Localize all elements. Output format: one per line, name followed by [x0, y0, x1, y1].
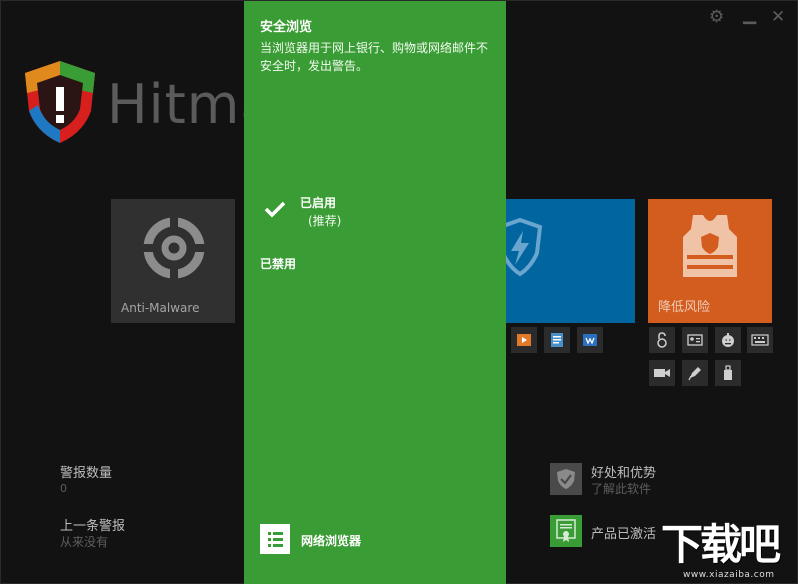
browser-window-icon [583, 334, 597, 346]
benefits-subtitle[interactable]: 了解此软件 [591, 480, 651, 497]
anti-malware-label: Anti-Malware [121, 301, 200, 315]
vest-icon [683, 215, 737, 277]
benefits-title[interactable]: 好处和优势 [591, 462, 656, 481]
benefits-shield-icon[interactable] [550, 463, 582, 495]
reduce-risk-label: 降低风险 [658, 300, 711, 315]
document-tool-tile[interactable] [544, 327, 570, 353]
last-alert-title: 上一条警报 [60, 519, 126, 534]
web-browser-list-icon[interactable] [260, 524, 290, 554]
activated-title[interactable]: 产品已激活 [591, 523, 656, 542]
activation-certificate-tile[interactable] [550, 515, 582, 547]
web-browser-button[interactable]: 网络浏览器 [301, 532, 361, 549]
watermark-url: www.xiazaiba.com [683, 570, 775, 580]
unlock-tool-tile[interactable] [649, 327, 675, 353]
keyboard-tool-tile[interactable] [747, 327, 773, 353]
last-alert-value: 从来没有 [60, 535, 109, 549]
watermark-logo: 下载吧 [661, 520, 781, 569]
alert-count-title: 警报数量 [60, 466, 113, 481]
pen-icon [688, 367, 701, 381]
panel-description: 当浏览器用于网上银行、购物或网络邮件不安全时，发出警告。 [260, 41, 489, 73]
safe-browsing-panel: 安全浏览 当浏览器用于网上银行、购物或网络邮件不安全时，发出警告。 已启用 (推… [244, 1, 506, 584]
usb-tool-tile[interactable] [715, 360, 741, 386]
option-enabled[interactable]: 已启用 [300, 194, 336, 211]
document-icon [551, 333, 563, 347]
checkmark-icon [264, 201, 286, 218]
keyboard-icon [751, 334, 769, 346]
media-tool-tile[interactable] [511, 327, 537, 353]
option-disabled[interactable]: 已禁用 [260, 255, 296, 272]
pumpkin-tool-tile[interactable] [715, 327, 741, 353]
video-play-icon [517, 334, 531, 346]
hitman-shield-logo-icon [25, 61, 95, 143]
check-shield-icon [557, 469, 575, 489]
minimize-button[interactable]: ▁ [743, 5, 756, 25]
app-window: ⚙ ▁ ✕ Hitma Anti-Malware 降低风险 警报数量 0 上一条… [0, 0, 798, 584]
camera-icon [654, 369, 670, 377]
id-card-icon [687, 334, 703, 346]
alert-count-value: 0 [60, 482, 67, 495]
web-protection-tile[interactable] [491, 199, 635, 323]
usb-drive-icon [724, 365, 732, 380]
panel-title: 安全浏览 [260, 20, 313, 35]
id-card-tool-tile[interactable] [682, 327, 708, 353]
close-button[interactable]: ✕ [771, 7, 785, 27]
certificate-icon [556, 519, 576, 542]
settings-gear-icon[interactable]: ⚙ [709, 7, 724, 27]
browser-tool-tile[interactable] [577, 327, 603, 353]
unlock-icon [657, 332, 667, 348]
anti-malware-tile[interactable]: Anti-Malware [111, 199, 235, 323]
option-enabled-note[interactable]: (推荐) [308, 212, 341, 229]
crosshair-icon [143, 217, 205, 279]
reduce-risk-tile[interactable]: 降低风险 [648, 199, 772, 323]
pumpkin-icon [722, 333, 734, 347]
pen-tool-tile[interactable] [682, 360, 708, 386]
webcam-tool-tile[interactable] [649, 360, 675, 386]
